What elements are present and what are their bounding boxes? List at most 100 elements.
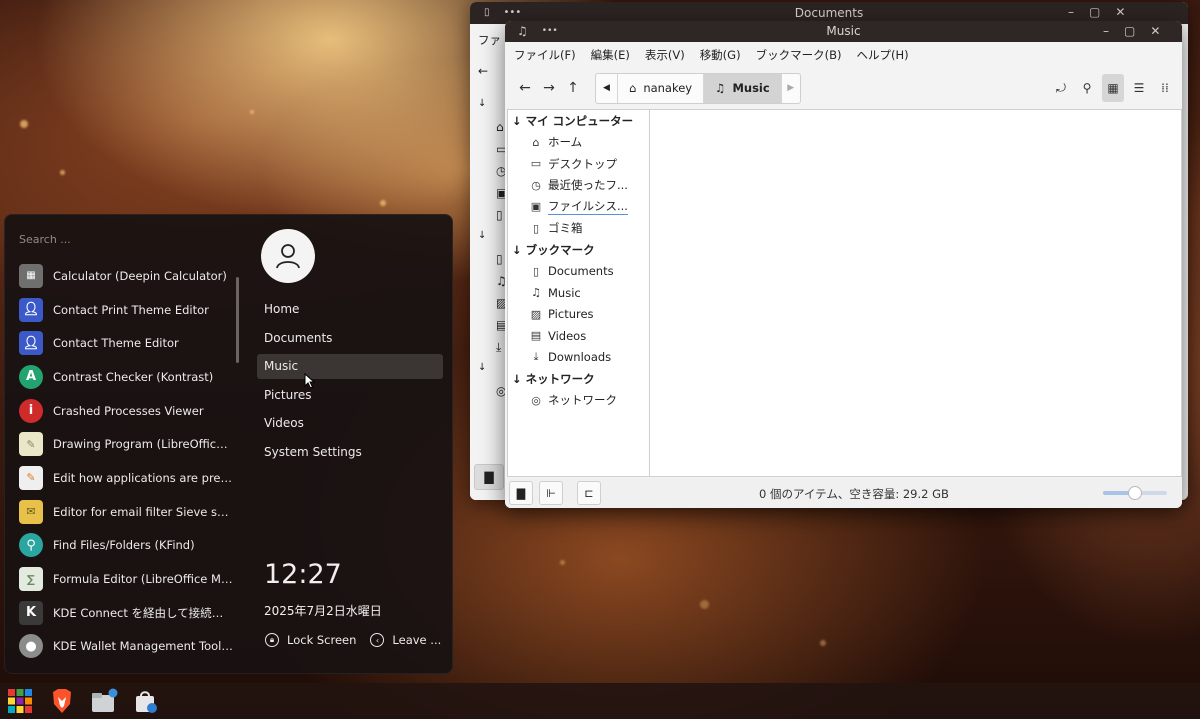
list-view-icon[interactable]: ☰ <box>1128 74 1150 102</box>
sidebar-item-music[interactable]: ♫ Music <box>508 282 649 304</box>
music-window[interactable]: ♫ ••• Music – ▢ ✕ ファイル(F) 編集(E) 表示(V) 移動… <box>505 21 1182 508</box>
place-videos[interactable]: Videos <box>257 411 443 436</box>
app-item[interactable]: 👤︎ Contact Print Theme Editor <box>19 293 234 327</box>
menubar: ファイル(F) 編集(E) 表示(V) 移動(G) ブックマーク(B) ヘルプ(… <box>505 42 1182 68</box>
section-bookmarks[interactable]: ↓ ブックマーク <box>508 239 649 261</box>
status-text: 0 個のアイテム、空き容量: 29.2 GB <box>759 487 949 501</box>
close-button[interactable]: ✕ <box>1150 24 1160 38</box>
music-icon: ♫ <box>715 81 726 95</box>
menu-help[interactable]: ヘルプ(H) <box>856 47 908 63</box>
forward-arrow-icon[interactable]: → <box>537 75 561 101</box>
contact-icon: 👤︎ <box>19 297 43 322</box>
sidebar-item-pictures[interactable]: ▨ Pictures <box>508 304 649 326</box>
window-title: Music <box>826 24 861 38</box>
breadcrumb-music[interactable]: ♫ Music <box>704 73 782 103</box>
background-spark <box>560 560 565 565</box>
brave-browser-icon[interactable] <box>48 687 76 715</box>
places-panel-icon[interactable]: ▇ <box>509 481 533 505</box>
up-arrow-icon[interactable]: ↑ <box>561 75 585 101</box>
place-pictures[interactable]: Pictures <box>257 383 443 408</box>
zoom-slider[interactable] <box>1103 486 1167 500</box>
sidebar-item-label: Documents <box>548 264 614 279</box>
folder-view-icon[interactable]: ▇ <box>474 464 504 490</box>
home-icon: ⌂ <box>629 81 637 95</box>
menu-file[interactable]: ファイル(F) <box>514 47 576 63</box>
app-launcher-icon[interactable] <box>6 687 34 715</box>
app-item[interactable]: ▦ Calculator (Deepin Calculator) <box>19 259 234 293</box>
expand-icon[interactable]: ↓ <box>478 362 486 373</box>
expand-icon[interactable]: ↓ <box>478 230 486 241</box>
avatar[interactable] <box>261 229 315 283</box>
breadcrumb-left-arrow-icon[interactable]: ◀ <box>596 73 618 103</box>
sidebar-item-network[interactable]: ◎ ネットワーク <box>508 390 649 412</box>
sidebar-item-home[interactable]: ⌂ ホーム <box>508 132 649 154</box>
sidebar-item-downloads[interactable]: ⤓ Downloads <box>508 347 649 369</box>
menu-edit[interactable]: 編集(E) <box>591 47 630 63</box>
sidebar-item-desktop[interactable]: ▭ デスクトップ <box>508 153 649 175</box>
breadcrumb-right-arrow-icon[interactable]: ▶ <box>782 74 800 103</box>
lock-screen-button[interactable]: 🔒︎ Lock Screen <box>265 633 356 647</box>
compact-view-icon[interactable]: ⁞⁞ <box>1154 74 1176 102</box>
menu-fragment[interactable]: ファ <box>478 32 501 48</box>
date: 2025年7月2日水曜日 <box>264 604 382 618</box>
application-launcher: Search ... ▦ Calculator (Deepin Calculat… <box>4 214 453 674</box>
app-item[interactable]: ⚲ Find Files/Folders (KFind) <box>19 529 234 563</box>
menu-bookmarks[interactable]: ブックマーク(B) <box>756 47 842 63</box>
hide-sidebar-icon[interactable]: ⊏ <box>577 481 601 505</box>
app-item[interactable]: ✎ Edit how applications are prese... <box>19 461 234 495</box>
minimize-button[interactable]: – <box>1068 5 1074 19</box>
background-spark <box>380 200 386 206</box>
music-titlebar[interactable]: ♫ ••• Music – ▢ ✕ <box>505 21 1182 42</box>
place-music[interactable]: Music <box>257 354 443 380</box>
sidebar-item-recent[interactable]: ◷ 最近使ったフ... <box>508 175 649 197</box>
drive-icon: ▣ <box>530 200 542 214</box>
minimize-button[interactable]: – <box>1103 24 1109 38</box>
sidebar-item-filesystem[interactable]: ▣ ファイルシス... <box>508 196 649 218</box>
expand-icon[interactable]: ↓ <box>478 98 486 109</box>
place-home[interactable]: Home <box>257 297 443 322</box>
app-list-scrollbar[interactable] <box>236 277 239 363</box>
app-item[interactable]: ✎ Drawing Program (LibreOffice ... <box>19 427 234 461</box>
zoom-slider-knob[interactable] <box>1128 486 1142 500</box>
menu-go[interactable]: 移動(G) <box>700 47 741 63</box>
section-network[interactable]: ↓ ネットワーク <box>508 368 649 390</box>
app-item[interactable]: ✉ Editor for email filter Sieve scri... <box>19 495 234 529</box>
search-field[interactable]: Search ... <box>19 233 71 246</box>
app-item[interactable]: ● KDE Wallet Management Tool (... <box>19 630 234 664</box>
app-item[interactable]: A Contrast Checker (Kontrast) <box>19 360 234 394</box>
redo-icon[interactable]: ⤾ <box>1050 74 1072 102</box>
app-item[interactable]: K KDE Connect を経由して接続さ... <box>19 596 234 630</box>
expand-arrow-icon: ↓ <box>512 113 522 128</box>
search-icon[interactable]: ⚲ <box>1076 74 1098 102</box>
section-my-computer[interactable]: ↓ マイ コンピューター <box>508 110 649 132</box>
maximize-button[interactable]: ▢ <box>1089 5 1100 19</box>
place-documents[interactable]: Documents <box>257 326 443 351</box>
back-arrow-icon[interactable]: ← <box>478 64 488 78</box>
file-view-area[interactable] <box>650 109 1182 477</box>
mail-filter-icon: ✉ <box>19 499 43 524</box>
sidebar-item-trash[interactable]: ▯ ゴミ箱 <box>508 218 649 240</box>
menu-view[interactable]: 表示(V) <box>645 47 685 63</box>
sidebar-item-videos[interactable]: ▤ Videos <box>508 325 649 347</box>
background-spark <box>700 600 709 609</box>
sidebar-item-documents[interactable]: ▯ Documents <box>508 261 649 283</box>
back-arrow-icon[interactable]: ← <box>513 75 537 101</box>
app-item[interactable]: i Crashed Processes Viewer <box>19 394 234 428</box>
icon-view-icon[interactable]: ▦ <box>1102 74 1124 102</box>
app-item[interactable]: 👤︎ Contact Theme Editor <box>19 326 234 360</box>
sidebar-item-label: Downloads <box>548 350 612 365</box>
breadcrumb-home[interactable]: ⌂ nanakey <box>618 73 705 103</box>
software-store-icon[interactable] <box>132 687 160 715</box>
tree-panel-icon[interactable]: ⊩ <box>539 481 563 505</box>
taskbar <box>0 683 1200 719</box>
file-manager-icon[interactable] <box>90 687 118 715</box>
maximize-button[interactable]: ▢ <box>1124 24 1135 38</box>
close-button[interactable]: ✕ <box>1115 5 1125 19</box>
mouse-cursor-icon <box>304 373 316 389</box>
app-item[interactable]: ∑ Formula Editor (LibreOffice Mat... <box>19 562 234 596</box>
breadcrumb-label: nanakey <box>643 81 693 95</box>
leave-button[interactable]: ‹ Leave ... <box>370 633 441 647</box>
place-system-settings[interactable]: System Settings <box>257 440 443 465</box>
breadcrumb-label: Music <box>732 81 770 95</box>
kdeconnect-icon: K <box>19 600 43 625</box>
